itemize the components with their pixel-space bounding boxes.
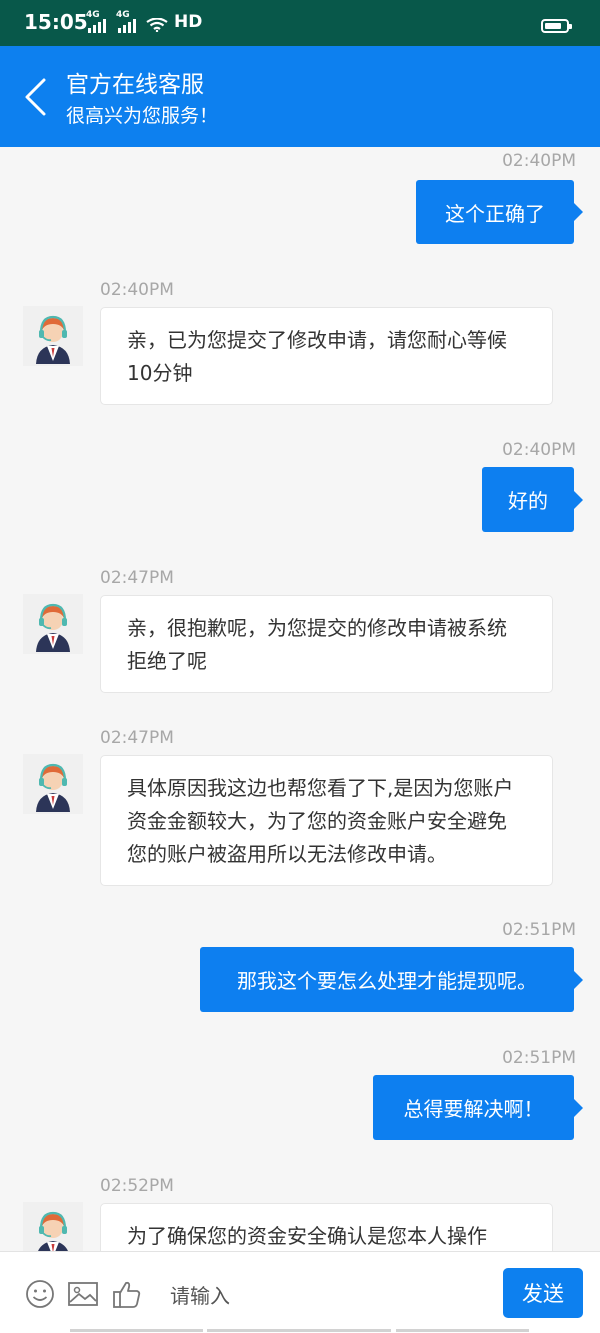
agent-avatar bbox=[23, 594, 83, 654]
chat-header: 官方在线客服 很高兴为您服务！ bbox=[0, 46, 600, 147]
divider bbox=[207, 1329, 391, 1332]
message-timestamp: 02:51PM bbox=[502, 920, 576, 940]
outgoing-message-bubble[interactable]: 好的 bbox=[482, 467, 583, 532]
page-subtitle: 很高兴为您服务！ bbox=[66, 105, 219, 127]
thumbs-up-icon[interactable] bbox=[111, 1278, 143, 1310]
message-timestamp: 02:40PM bbox=[502, 440, 576, 460]
status-bar: 15:05 4G 4G HD bbox=[0, 0, 600, 46]
message-timestamp: 02:47PM bbox=[100, 728, 174, 748]
divider bbox=[70, 1329, 203, 1332]
message-input[interactable]: 请输入 bbox=[170, 1280, 230, 1309]
hd-indicator: HD bbox=[174, 12, 203, 32]
message-input-bar: 请输入 发送 bbox=[0, 1251, 600, 1333]
outgoing-message-bubble[interactable]: 那我这个要怎么处理才能提现呢。 bbox=[200, 947, 583, 1012]
agent-avatar bbox=[23, 1202, 83, 1251]
send-button[interactable]: 发送 bbox=[503, 1268, 583, 1318]
status-time: 15:05 bbox=[24, 10, 88, 34]
chevron-left-icon[interactable] bbox=[20, 76, 50, 118]
incoming-message-bubble[interactable]: 亲，已为您提交了修改申请，请您耐心等候10分钟 bbox=[100, 307, 553, 405]
outgoing-message-bubble[interactable]: 这个正确了 bbox=[416, 180, 583, 244]
outgoing-message-bubble[interactable]: 总得要解决啊！ bbox=[373, 1075, 583, 1140]
battery-level bbox=[545, 23, 561, 29]
emoji-icon[interactable] bbox=[24, 1278, 56, 1310]
agent-avatar bbox=[23, 306, 83, 366]
message-timestamp: 02:47PM bbox=[100, 568, 174, 588]
incoming-message-bubble[interactable]: 具体原因我这边也帮您看了下,是因为您账户资金金额较大，为了您的资金账户安全避免您… bbox=[100, 755, 553, 886]
agent-avatar bbox=[23, 754, 83, 814]
chat-message-list[interactable]: 02:40PM 这个正确了 02:40PM 亲，已为您提交了修改申请，请您耐心等… bbox=[0, 147, 600, 1251]
wifi-icon bbox=[146, 18, 168, 32]
divider bbox=[396, 1329, 529, 1332]
image-icon[interactable] bbox=[67, 1278, 99, 1310]
message-timestamp: 02:52PM bbox=[100, 1176, 174, 1196]
incoming-message-bubble[interactable]: 为了确保您的资金安全确认是您本人操作 bbox=[100, 1203, 553, 1251]
message-timestamp: 02:40PM bbox=[502, 151, 576, 171]
incoming-message-bubble[interactable]: 亲，很抱歉呢，为您提交的修改申请被系统拒绝了呢 bbox=[100, 595, 553, 693]
page-title: 官方在线客服 bbox=[66, 72, 204, 98]
battery-icon bbox=[541, 19, 572, 33]
message-timestamp: 02:51PM bbox=[502, 1048, 576, 1068]
message-timestamp: 02:40PM bbox=[100, 280, 174, 300]
